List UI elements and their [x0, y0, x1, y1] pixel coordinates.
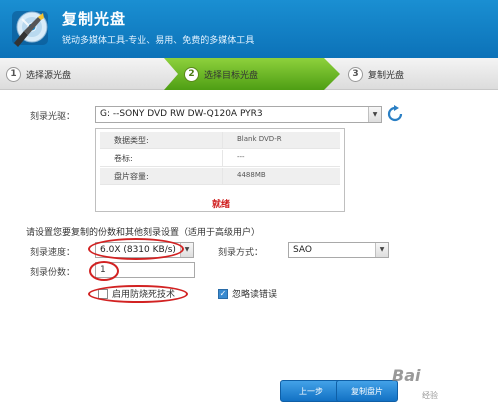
info-row-volume-label: 卷标: ---	[100, 150, 340, 167]
watermark-sub: 经验	[422, 391, 438, 400]
watermark: Bai 经验	[392, 360, 492, 406]
step-number: 1	[6, 66, 21, 82]
step-copy-disc[interactable]: 3 复制光盘	[348, 58, 404, 90]
prev-button[interactable]: 上一步	[280, 380, 342, 402]
disc-info-panel: 数据类型: Blank DVD-R 卷标: --- 盘片容量: 4488MB 就…	[95, 128, 345, 212]
app-subtitle: 锐动多媒体工具-专业、易用、免费的多媒体工具	[62, 36, 255, 46]
chevron-down-icon[interactable]: ▼	[180, 243, 193, 257]
method-select[interactable]: SAO ▼	[288, 242, 389, 258]
burnproof-checkbox[interactable]: 启用防烧死技术	[98, 287, 175, 300]
step-number: 2	[184, 66, 199, 82]
step-number: 3	[348, 66, 363, 82]
app-header: 复制光盘 锐动多媒体工具-专业、易用、免费的多媒体工具	[0, 0, 498, 58]
drive-label: 刻录光驱：	[30, 112, 76, 122]
watermark-brand: Bai	[392, 366, 421, 385]
step-select-source[interactable]: 1 选择源光盘	[6, 58, 71, 90]
status-text: 就绪	[211, 200, 230, 210]
info-value: Blank DVD-R	[237, 135, 282, 143]
wizard-steps: 1 选择源光盘 2 选择目标光盘 3 复制光盘	[0, 58, 498, 90]
step-select-target[interactable]: 2 选择目标光盘	[184, 58, 258, 90]
speed-value: 6.0X (8310 KB/s)	[100, 245, 176, 255]
copies-input[interactable]: 1	[95, 262, 195, 278]
copy-disc-button[interactable]: 复制盘片	[336, 380, 398, 402]
copies-label: 刻录份数：	[30, 268, 76, 278]
settings-hint: 请设置您要复制的份数和其他刻录设置（适用于高级用户）	[26, 228, 261, 238]
info-row-data-type: 数据类型: Blank DVD-R	[100, 132, 340, 149]
burnproof-label: 启用防烧死技术	[112, 290, 176, 300]
info-key: 数据类型:	[114, 136, 149, 145]
chevron-down-icon[interactable]: ▼	[375, 243, 388, 257]
ignore-errors-checkbox[interactable]: ✓ 忽略读错误	[218, 287, 277, 300]
disc-copy-logo-icon	[12, 11, 48, 47]
column-divider	[222, 150, 223, 166]
drive-select[interactable]: G: --SONY DVD RW DW-Q120A PYR3 ▼	[95, 106, 382, 123]
checkbox-box[interactable]	[98, 288, 108, 299]
app-title: 复制光盘	[62, 10, 127, 28]
method-value: SAO	[293, 245, 312, 255]
method-label: 刻录方式：	[218, 248, 264, 258]
ignore-errors-label: 忽略读错误	[232, 290, 278, 300]
step-label: 复制光盘	[368, 70, 405, 81]
info-row-capacity: 盘片容量: 4488MB	[100, 168, 340, 185]
speed-label: 刻录速度：	[30, 248, 76, 258]
info-key: 卷标:	[114, 154, 133, 163]
info-value: 4488MB	[237, 171, 266, 179]
speed-select[interactable]: 6.0X (8310 KB/s) ▼	[95, 242, 194, 258]
drive-value: G: --SONY DVD RW DW-Q120A PYR3	[100, 109, 263, 119]
step-label: 选择目标光盘	[204, 70, 259, 81]
column-divider	[222, 132, 223, 148]
info-value: ---	[237, 153, 245, 161]
checkmark-icon[interactable]: ✓	[218, 288, 228, 299]
refresh-icon[interactable]	[386, 105, 404, 123]
column-divider	[222, 168, 223, 184]
step-label: 选择源光盘	[26, 70, 72, 81]
info-key: 盘片容量:	[114, 172, 149, 181]
chevron-down-icon[interactable]: ▼	[368, 107, 381, 122]
